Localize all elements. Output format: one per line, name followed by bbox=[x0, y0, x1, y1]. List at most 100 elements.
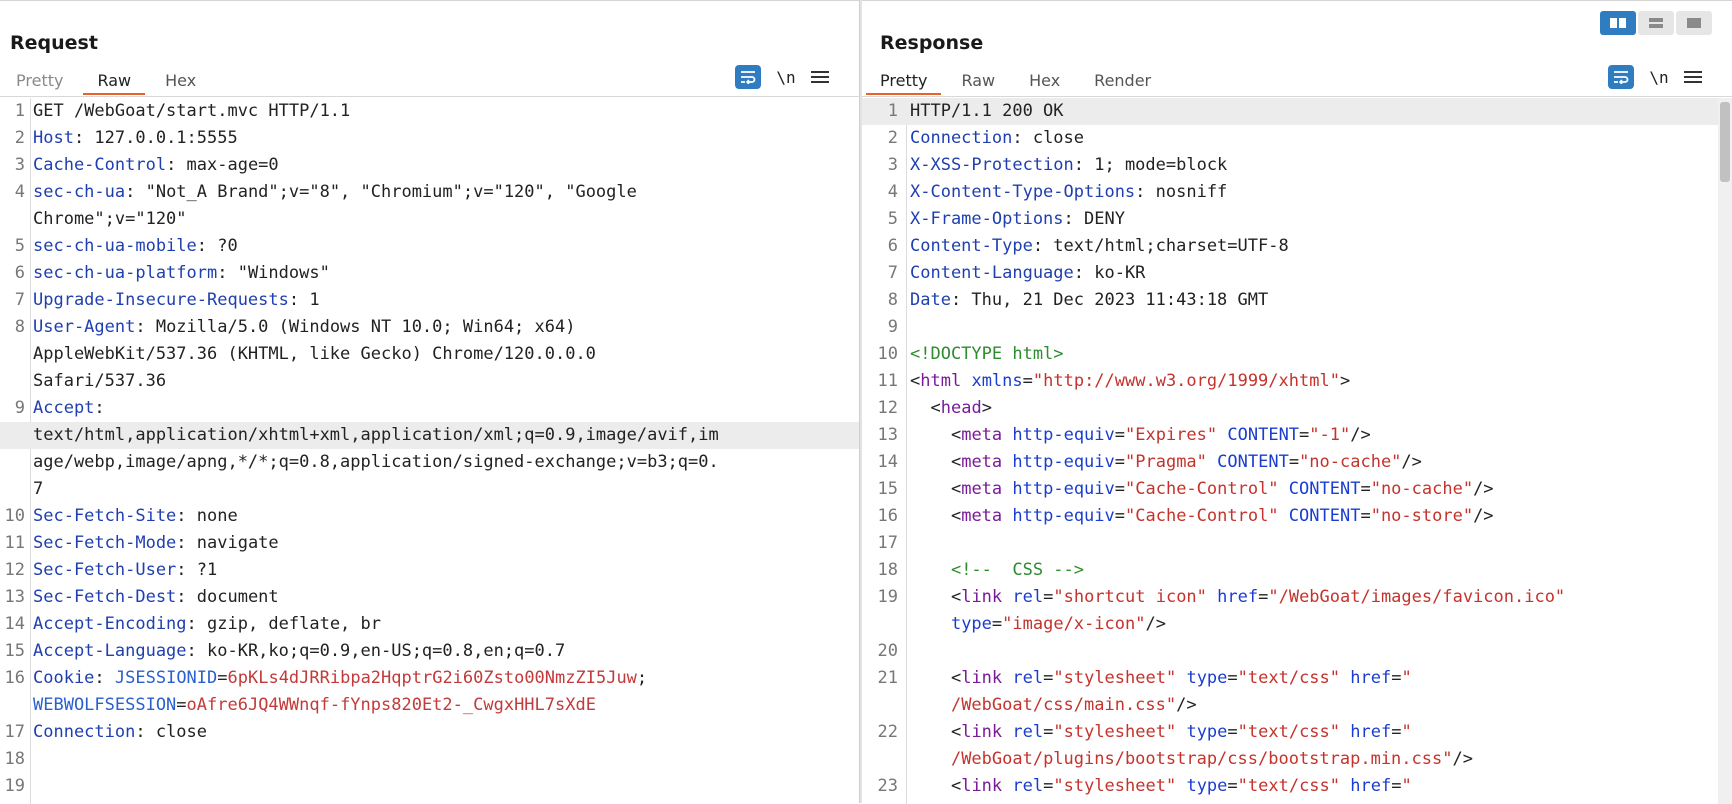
code-line: /WebGoat/css/main.css"/> bbox=[862, 692, 1732, 719]
code-text: Cache-Control: max-age=0 bbox=[30, 152, 859, 179]
line-number: 17 bbox=[877, 533, 898, 553]
code-token: "text/css" bbox=[1237, 668, 1341, 688]
code-token: > bbox=[981, 398, 992, 418]
code-token: Cache-Control bbox=[33, 155, 167, 175]
code-token: <!-- CSS --> bbox=[950, 560, 1085, 580]
hamburger-menu-icon[interactable] bbox=[1684, 68, 1702, 86]
code-token: X-Frame-Options bbox=[910, 209, 1064, 229]
response-editor[interactable]: 1 HTTP/1.1 200 OK 2 Connection: close 3 X-XSS… bbox=[862, 98, 1732, 804]
code-text: Content-Type: text/html;charset=UTF-8 bbox=[906, 233, 1732, 260]
tab-response-hex[interactable]: Hex bbox=[1015, 69, 1074, 95]
code-token: /> bbox=[1145, 614, 1166, 634]
code-token: Content-Type bbox=[910, 236, 1033, 256]
word-wrap-icon[interactable] bbox=[735, 65, 761, 89]
response-scrollbar[interactable] bbox=[1718, 98, 1732, 804]
code-token: rel bbox=[1012, 722, 1044, 742]
code-token: "/WebGoat/images/favicon.ico" bbox=[1268, 587, 1566, 607]
line-number: 13 bbox=[4, 587, 25, 607]
code-text: <!DOCTYPE html> bbox=[906, 341, 1732, 368]
code-token: : DENY bbox=[1063, 209, 1125, 229]
code-token: < bbox=[950, 776, 962, 796]
code-token: " bbox=[1401, 668, 1412, 688]
code-line: 7 Upgrade-Insecure-Requests: 1 bbox=[0, 287, 859, 314]
code-line: 1 HTTP/1.1 200 OK bbox=[862, 98, 1732, 125]
tab-request-pretty[interactable]: Pretty bbox=[2, 69, 77, 95]
line-number bbox=[862, 692, 906, 719]
line-number: 4 bbox=[887, 182, 898, 202]
code-token: type bbox=[950, 614, 992, 634]
layout-switch bbox=[1600, 11, 1712, 35]
code-token: "no-cache" bbox=[1299, 452, 1402, 472]
code-token: > bbox=[1339, 371, 1351, 391]
code-line: 13 <meta http-equiv="Expires" CONTENT="-… bbox=[862, 422, 1732, 449]
code-token: = bbox=[991, 614, 1003, 634]
tab-response-raw[interactable]: Raw bbox=[947, 69, 1009, 95]
code-token: = bbox=[1043, 668, 1054, 688]
code-line: AppleWebKit/537.36 (KHTML, like Gecko) C… bbox=[0, 341, 859, 368]
line-number: 23 bbox=[877, 776, 898, 796]
code-text: Upgrade-Insecure-Requests: 1 bbox=[30, 287, 859, 314]
scrollbar-thumb[interactable] bbox=[1720, 102, 1730, 182]
code-token: " bbox=[1401, 776, 1412, 796]
code-token: WEBWOLFSESSION bbox=[33, 695, 177, 715]
code-token: = bbox=[1299, 425, 1310, 445]
code-token: http-equiv bbox=[1012, 479, 1115, 499]
code-token: 6pKLs4dJRRibpa2HqptrG2i60Zsto00NmzZI5Juw bbox=[227, 668, 637, 688]
tab-response-render[interactable]: Render bbox=[1080, 69, 1165, 95]
request-editor[interactable]: 1 GET /WebGoat/start.mvc HTTP/1.1 2 Host: 1… bbox=[0, 98, 859, 804]
code-token: head bbox=[940, 398, 982, 418]
line-number: 10 bbox=[4, 506, 25, 526]
code-token: xmlns bbox=[971, 371, 1023, 391]
code-token: link bbox=[961, 776, 1003, 796]
code-token: : document bbox=[176, 587, 279, 607]
line-number: 12 bbox=[4, 560, 25, 580]
code-token: = bbox=[1043, 776, 1054, 796]
code-token: rel bbox=[1012, 587, 1044, 607]
code-line: 3 Cache-Control: max-age=0 bbox=[0, 152, 859, 179]
code-line: 6 sec-ch-ua-platform: "Windows" bbox=[0, 260, 859, 287]
show-newlines-toggle[interactable]: \n bbox=[775, 68, 797, 87]
hamburger-menu-icon[interactable] bbox=[811, 68, 829, 86]
code-line: 10 <!DOCTYPE html> bbox=[862, 341, 1732, 368]
code-token: = bbox=[217, 668, 228, 688]
code-token: type bbox=[1186, 722, 1228, 742]
tab-request-raw[interactable]: Raw bbox=[83, 69, 146, 95]
code-token: = bbox=[1391, 776, 1402, 796]
code-text: sec-ch-ua-mobile: ?0 bbox=[30, 233, 859, 260]
request-title: Request bbox=[10, 32, 98, 54]
code-token: "text/css" bbox=[1237, 722, 1341, 742]
line-number: 16 bbox=[4, 668, 25, 688]
show-newlines-toggle[interactable]: \n bbox=[1648, 68, 1670, 87]
line-number: 21 bbox=[877, 668, 898, 688]
split-horizontal-icon[interactable] bbox=[1600, 11, 1636, 35]
code-token: html bbox=[920, 371, 962, 391]
response-title: Response bbox=[880, 32, 984, 54]
code-line: 14 Accept-Encoding: gzip, deflate, br bbox=[0, 611, 859, 638]
code-token: CONTENT bbox=[1288, 479, 1361, 499]
line-number: 19 bbox=[877, 587, 898, 607]
tab-request-hex[interactable]: Hex bbox=[151, 69, 210, 95]
word-wrap-icon[interactable] bbox=[1608, 65, 1634, 89]
code-token: < bbox=[950, 479, 962, 499]
code-text: X-Content-Type-Options: nosniff bbox=[906, 179, 1732, 206]
code-token: = bbox=[1022, 371, 1033, 391]
split-vertical-icon[interactable] bbox=[1638, 11, 1674, 35]
code-text: Connection: close bbox=[30, 719, 859, 746]
code-token: Content-Language bbox=[910, 263, 1074, 283]
code-text: Content-Language: ko-KR bbox=[906, 260, 1732, 287]
tabs-layout-icon[interactable] bbox=[1676, 11, 1712, 35]
tab-response-pretty[interactable]: Pretty bbox=[866, 69, 942, 95]
code-line: text/html,application/xhtml+xml,applicat… bbox=[0, 422, 859, 449]
code-line: 17 Connection: close bbox=[0, 719, 859, 746]
code-token: Host bbox=[33, 128, 74, 148]
code-token: : bbox=[94, 398, 105, 418]
code-line: 5 sec-ch-ua-mobile: ?0 bbox=[0, 233, 859, 260]
code-token: Connection bbox=[910, 128, 1013, 148]
